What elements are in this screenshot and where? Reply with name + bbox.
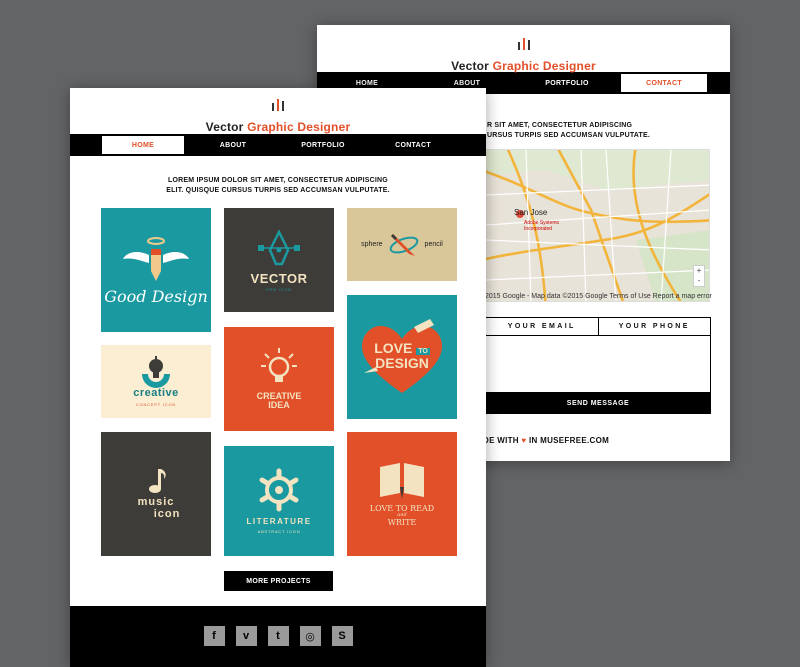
map-pin-label: Adobe Systems Incorporated	[524, 220, 560, 232]
music-note-icon	[149, 469, 166, 494]
home-footer: f v t ◎ S	[70, 606, 486, 667]
nav-contact[interactable]: CONTACT	[368, 134, 458, 156]
portfolio-tile-good-design[interactable]: Good Design	[101, 208, 211, 332]
heart-icon: ♥	[521, 436, 527, 445]
contact-footer-text: DE WITH ♥ IN MUSEFREE.COM	[483, 436, 610, 445]
portfolio-tile-vector-pen[interactable]: VECTOR PEN ICON	[224, 208, 334, 312]
map-city-label: San Jose	[514, 208, 548, 217]
winged-pencil-icon	[123, 236, 189, 281]
portfolio-tile-love-to-read[interactable]: LOVE TO READ and WRITE	[347, 432, 457, 556]
nav-contact[interactable]: CONTACT	[621, 74, 707, 92]
portfolio-tile-creative[interactable]: creative CONCEPT ICON	[101, 345, 211, 418]
gear-icon	[259, 468, 299, 512]
home-page-mockup: Vector Graphic Designer HOME ABOUT PORTF…	[70, 88, 486, 667]
portfolio-tile-creative-idea[interactable]: CREATIVE IDEA	[224, 327, 334, 431]
more-projects-button[interactable]: MORE PROJECTS	[224, 571, 333, 591]
portfolio-tile-music[interactable]: music icon	[101, 432, 211, 556]
logo-text: Vector Graphic Designer	[451, 59, 596, 73]
idea-bulb-icon	[261, 347, 297, 382]
map-zoom-control[interactable]: + -	[693, 265, 705, 287]
zoom-out-button[interactable]: -	[694, 276, 704, 286]
nav-about[interactable]: ABOUT	[188, 134, 278, 156]
portfolio-tile-sphere-pencil[interactable]: sphere pencil	[347, 208, 457, 281]
site-logo[interactable]: Vector Graphic Designer	[70, 88, 486, 134]
logo-text: Vector Graphic Designer	[205, 120, 351, 134]
nav-portfolio[interactable]: PORTFOLIO	[517, 72, 617, 94]
contact-form-row: YOUR EMAIL YOUR PHONE	[485, 317, 711, 336]
phone-field[interactable]: YOUR PHONE	[597, 318, 711, 335]
portfolio-tile-literature[interactable]: LITERATURE ABSTRACT ICON	[224, 446, 334, 556]
facebook-icon[interactable]: f	[203, 626, 225, 646]
email-field[interactable]: YOUR EMAIL	[486, 318, 598, 335]
skype-icon[interactable]: S	[331, 626, 353, 646]
twitter-icon[interactable]: t	[267, 626, 289, 646]
location-map[interactable]: San Jose Adobe Systems Incorporated + -	[485, 149, 710, 302]
logo-mark-icon	[517, 38, 530, 50]
dribbble-icon[interactable]: ◎	[299, 626, 321, 646]
nav-home[interactable]: HOME	[102, 136, 184, 154]
send-message-button[interactable]: SEND MESSAGE	[485, 393, 711, 414]
nav-portfolio[interactable]: PORTFOLIO	[278, 134, 368, 156]
sphere-pencil-icon	[389, 233, 418, 256]
portfolio-tile-love-design[interactable]: LOVE TO DESIGN	[347, 295, 457, 419]
lightbulb-icon	[142, 356, 170, 389]
pen-tool-icon	[258, 228, 300, 265]
home-nav-bar: HOME ABOUT PORTFOLIO CONTACT	[70, 134, 486, 156]
open-book-icon	[380, 462, 424, 499]
zoom-in-button[interactable]: +	[694, 266, 704, 276]
message-field[interactable]	[485, 336, 711, 393]
map-roads	[486, 150, 709, 301]
site-logo[interactable]: Vector Graphic Designer	[317, 25, 730, 73]
map-credit-text: 2015 Google - Map data ©2015 Google Term…	[485, 293, 712, 300]
logo-mark-icon	[272, 99, 284, 111]
home-intro-text: LOREM IPSUM DOLOR SIT AMET, CONSECTETUR …	[166, 177, 390, 194]
contact-intro-text: R SIT AMET, CONSECTETUR ADIPISCING URSUS…	[487, 122, 651, 139]
vimeo-icon[interactable]: v	[235, 626, 257, 646]
